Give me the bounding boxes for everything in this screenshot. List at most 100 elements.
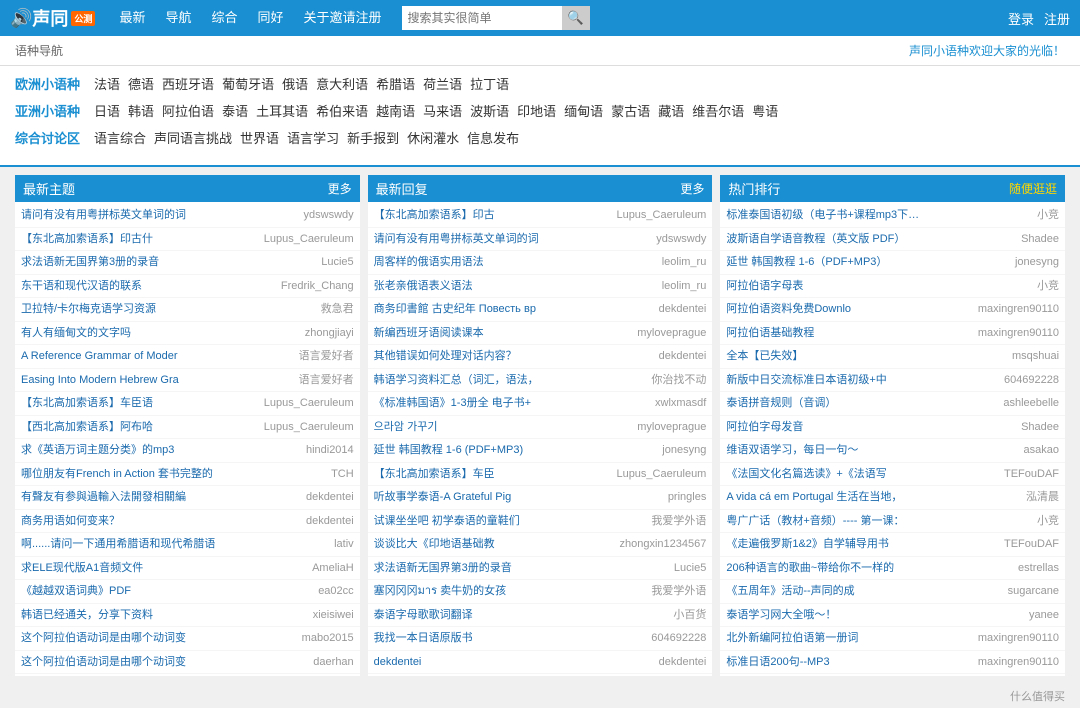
item-title-link[interactable]: Easing Into Modern Hebrew Gra (21, 372, 221, 389)
item-title-link[interactable]: dekdentei (374, 654, 574, 671)
nav-general[interactable]: 综合 (201, 0, 247, 36)
item-title-link[interactable]: 泰语拼音规则（音调） (726, 395, 926, 412)
lang-turkish[interactable]: 土耳其语 (254, 101, 310, 120)
discussion-esperanto[interactable]: 世界语 (238, 128, 281, 147)
item-title-link[interactable]: 有人有缅甸文的文字吗 (21, 325, 221, 342)
item-title-link[interactable]: 求ELE现代版A1音频文件 (21, 560, 221, 577)
nav-guide[interactable]: 导航 (155, 0, 201, 36)
lang-vietnamese[interactable]: 越南语 (374, 101, 417, 120)
item-title-link[interactable]: 泰语学习网大全哦～！ (726, 607, 926, 624)
discussion-casual[interactable]: 休闲灌水 (405, 128, 461, 147)
item-title-link[interactable]: 我找一本日语原版书 (374, 630, 574, 647)
nav-invite[interactable]: 关于邀请注册 (294, 0, 392, 36)
item-title-link[interactable]: 商务用语如何变来？ (21, 513, 221, 530)
item-title-link[interactable]: 啊......请问一下通用希腊语和现代希腊语 (21, 536, 221, 553)
lang-hebrew[interactable]: 希伯来语 (314, 101, 370, 120)
lang-latin[interactable]: 拉丁语 (468, 74, 511, 93)
lang-persian[interactable]: 波斯语 (468, 101, 511, 120)
item-title-link[interactable]: 全本【已失效】 (726, 348, 926, 365)
item-title-link[interactable]: 韩语已经通关，分享下资料 (21, 607, 221, 624)
item-title-link[interactable]: 试课坐坐吧 初学泰语的童鞋们 (374, 513, 574, 530)
item-title-link[interactable]: 新版中日交流标准日本语初级+中 (726, 372, 926, 389)
item-title-link[interactable]: 【西北高加索语系】阿布哈 (21, 419, 221, 436)
discussion-newbies[interactable]: 新手报到 (345, 128, 401, 147)
item-title-link[interactable]: 으라암 가꾸기 (374, 419, 574, 436)
item-title-link[interactable]: 延世 韩国教程 1-6（PDF+MP3） (726, 254, 926, 271)
discussion-challenge[interactable]: 声同语言挑战 (152, 128, 234, 147)
item-title-link[interactable]: 商务印書館 古史纪年 Повесть вр (374, 301, 574, 318)
item-title-link[interactable]: 韩语学习资料汇总（词汇，语法， (374, 372, 574, 389)
latest-topics-more[interactable]: 更多 (328, 180, 352, 197)
item-title-link[interactable]: 《走遍俄罗斯1&2》自学辅导用书 (726, 536, 926, 553)
lang-spanish[interactable]: 西班牙语 (160, 74, 216, 93)
item-title-link[interactable]: 《法国文化名篇选读》+《法语写 (726, 466, 926, 483)
item-title-link[interactable]: 这个阿拉伯语动词是由哪个动词变 (21, 654, 221, 671)
item-title-link[interactable]: 请问有没有用粤拼标英文单词的词 (21, 207, 221, 224)
item-title-link[interactable]: 这个阿拉伯语动词是由哪个动词变 (21, 630, 221, 647)
discussion-linguistics[interactable]: 语言综合 (92, 128, 148, 147)
register-link[interactable]: 注册 (1044, 9, 1070, 28)
item-title-link[interactable]: 张老亲俄语表义语法 (374, 278, 574, 295)
login-link[interactable]: 登录 (1008, 9, 1034, 28)
item-title-link[interactable]: 粤广广话（教材+音频）---- 第一课： (726, 513, 926, 530)
lang-dutch[interactable]: 荷兰语 (421, 74, 464, 93)
hot-topics-extra[interactable]: 随便逛逛 (1009, 180, 1057, 197)
item-title-link[interactable]: 延世 韩国教程 1-6 (PDF+MP3) (374, 442, 574, 459)
item-title-link[interactable]: 谈谈比大《印地语基础教 (374, 536, 574, 553)
item-title-link[interactable]: 东干语和现代汉语的联系 (21, 278, 221, 295)
search-button[interactable]: 🔍 (562, 6, 590, 30)
lang-thai[interactable]: 泰语 (220, 101, 250, 120)
lang-cantonese[interactable]: 粤语 (750, 101, 780, 120)
lang-hindi[interactable]: 印地语 (515, 101, 558, 120)
item-title-link[interactable]: 标准泰国语初级（电子书+课程mp3下载） (726, 207, 926, 224)
item-title-link[interactable]: 206种语言的歌曲~带给你不一样的 (726, 560, 926, 577)
item-title-link[interactable]: 波斯语自学语音教程（英文版 PDF） (726, 231, 926, 248)
item-title-link[interactable]: 【东北高加索语系】车臣 (374, 466, 574, 483)
lang-tibetan[interactable]: 藏语 (656, 101, 686, 120)
item-title-link[interactable]: 泰语字母歌歌词翻译 (374, 607, 574, 624)
lang-portuguese[interactable]: 葡萄牙语 (220, 74, 276, 93)
item-title-link[interactable]: 新编西班牙语阅读课本 (374, 325, 574, 342)
lang-korean[interactable]: 韩语 (126, 101, 156, 120)
item-title-link[interactable]: 阿拉伯语基础教程 (726, 325, 926, 342)
item-title-link[interactable]: 求法语新无国界第3册的录音 (21, 254, 221, 271)
item-title-link[interactable]: 《五周年》活动--声同的成 (726, 583, 926, 600)
lang-greek[interactable]: 希腊语 (374, 74, 417, 93)
nav-latest[interactable]: 最新 (109, 0, 155, 36)
item-title-link[interactable]: 周客样的俄语实用语法 (374, 254, 574, 271)
item-title-link[interactable]: 求《英语万词主题分类》的mp3 (21, 442, 221, 459)
item-title-link[interactable]: A Reference Grammar of Moder (21, 348, 221, 365)
item-title-link[interactable]: 求法语新无国界第3册的录音 (374, 560, 574, 577)
latest-replies-more[interactable]: 更多 (680, 180, 704, 197)
item-title-link[interactable]: 阿拉伯语字母表 (726, 278, 926, 295)
item-title-link[interactable]: A vida cá em Portugal 生活在当地， (726, 489, 926, 506)
item-title-link[interactable]: 请问有没有用粤拼标英文单词的词 (374, 231, 574, 248)
item-title-link[interactable]: 维语双语学习，每日一句～ (726, 442, 926, 459)
item-title-link[interactable]: 其他错误如何处理对话内容？ (374, 348, 574, 365)
lang-russian[interactable]: 俄语 (280, 74, 310, 93)
search-input[interactable] (402, 6, 562, 30)
lang-german[interactable]: 德语 (126, 74, 156, 93)
item-title-link[interactable]: 卫拉特/卡尔梅克语学习资源 (21, 301, 221, 318)
lang-arabic[interactable]: 阿拉伯语 (160, 101, 216, 120)
lang-japanese[interactable]: 日语 (92, 101, 122, 120)
lang-french[interactable]: 法语 (92, 74, 122, 93)
discussion-info[interactable]: 信息发布 (465, 128, 521, 147)
item-title-link[interactable]: 阿拉伯语资料免费Downlo (726, 301, 926, 318)
item-title-link[interactable]: 有聲友有参與過輸入法開發相關編 (21, 489, 221, 506)
item-title-link[interactable]: 哪位朋友有French in Action 套书完整的 (21, 466, 221, 483)
item-title-link[interactable]: 北外新编阿拉伯语第一册词 (726, 630, 926, 647)
item-title-link[interactable]: 《越越双语词典》PDF (21, 583, 221, 600)
nav-hobbyist[interactable]: 同好 (247, 0, 293, 36)
lang-malay[interactable]: 马来语 (421, 101, 464, 120)
lang-burmese[interactable]: 缅甸语 (562, 101, 605, 120)
item-title-link[interactable]: 【东北高加索语系】车臣语 (21, 395, 221, 412)
discussion-linguistics2[interactable]: 语言学习 (285, 128, 341, 147)
item-title-link[interactable]: 听故事学泰语-A Grateful Pig (374, 489, 574, 506)
item-title-link[interactable]: 【东北高加索语系】印古 (374, 207, 574, 224)
item-title-link[interactable]: 【东北高加索语系】印古什 (21, 231, 221, 248)
item-title-link[interactable]: 塞冈冈冈มาร 卖牛奶的女孩 (374, 583, 574, 600)
item-title-link[interactable]: 《标准韩国语》1-3册全 电子书+ (374, 395, 574, 412)
lang-italian[interactable]: 意大利语 (314, 74, 370, 93)
lang-mongolian[interactable]: 蒙古语 (609, 101, 652, 120)
